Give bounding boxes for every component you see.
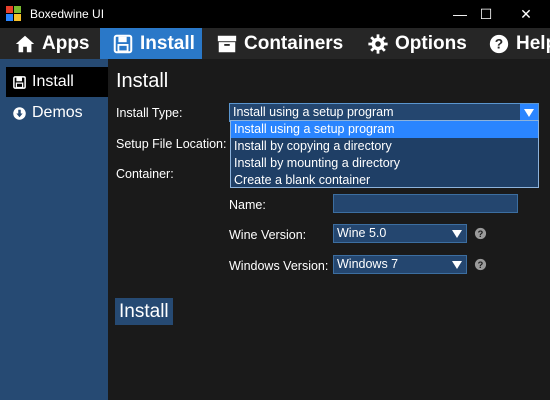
install-button[interactable]: Install xyxy=(115,298,173,325)
menu-item-apps[interactable]: Apps xyxy=(14,28,90,59)
title-bar: Boxedwine UI — ☐ ✕ xyxy=(0,0,550,28)
install-type-option[interactable]: Install by mounting a directory xyxy=(231,155,538,172)
page-title: Install xyxy=(116,70,169,92)
floppy-icon xyxy=(113,34,133,53)
chevron-down-icon[interactable] xyxy=(448,225,466,242)
wine-version-label: Wine Version: xyxy=(229,228,307,242)
install-type-option[interactable]: Install using a setup program xyxy=(231,121,538,138)
window-title: Boxedwine UI xyxy=(30,7,105,21)
menu-bar: Apps Install Containers Options ? Hel xyxy=(0,28,550,59)
menu-item-label: Help xyxy=(516,32,550,54)
chevron-down-icon[interactable] xyxy=(448,256,466,273)
menu-item-install[interactable]: Install xyxy=(100,28,202,59)
install-type-option[interactable]: Install by copying a directory xyxy=(231,138,538,155)
sidebar-item-label: Demos xyxy=(32,104,83,121)
question-icon: ? xyxy=(489,34,509,53)
wine-version-value: Wine 5.0 xyxy=(337,226,387,240)
floppy-icon xyxy=(13,75,26,89)
chevron-down-icon[interactable] xyxy=(520,104,538,121)
svg-text:?: ? xyxy=(495,36,503,51)
app-logo-icon xyxy=(6,6,22,22)
sidebar-item-install[interactable]: Install xyxy=(6,67,108,97)
install-type-label: Install Type: xyxy=(116,106,183,120)
windows-version-select[interactable]: Windows 7 xyxy=(333,255,467,274)
maximize-button[interactable]: ☐ xyxy=(468,0,504,28)
menu-item-label: Options xyxy=(395,32,467,54)
install-type-dropdown: Install using a setup program Install by… xyxy=(230,120,539,188)
menu-item-containers[interactable]: Containers xyxy=(216,28,343,59)
help-icon[interactable]: ? xyxy=(474,258,487,271)
menu-item-label: Apps xyxy=(42,32,90,54)
menu-item-options[interactable]: Options xyxy=(367,28,467,59)
install-type-value: Install using a setup program xyxy=(233,105,394,119)
svg-text:?: ? xyxy=(478,229,484,239)
windows-version-value: Windows 7 xyxy=(337,257,399,271)
setup-file-label: Setup File Location: xyxy=(116,137,227,151)
sidebar: Install Demos xyxy=(0,59,108,400)
menu-item-label: Containers xyxy=(244,32,344,54)
name-label: Name: xyxy=(229,198,266,212)
wine-version-select[interactable]: Wine 5.0 xyxy=(333,224,467,243)
close-button[interactable]: ✕ xyxy=(508,0,544,28)
menu-item-label: Install xyxy=(140,32,195,54)
svg-text:?: ? xyxy=(478,260,484,270)
box-icon xyxy=(217,35,237,52)
gear-icon xyxy=(368,33,388,54)
download-circle-icon xyxy=(13,106,26,120)
help-icon[interactable]: ? xyxy=(474,227,487,240)
container-label: Container: xyxy=(116,167,174,181)
menu-item-help[interactable]: ? Help xyxy=(488,28,550,59)
sidebar-item-demos[interactable]: Demos xyxy=(12,98,83,128)
main-panel: Install Install Type: Install using a se… xyxy=(108,59,550,400)
install-type-option[interactable]: Create a blank container xyxy=(231,172,538,189)
name-input[interactable] xyxy=(333,194,518,213)
windows-version-label: Windows Version: xyxy=(229,259,329,273)
home-icon xyxy=(15,35,35,52)
sidebar-item-label: Install xyxy=(32,73,74,90)
